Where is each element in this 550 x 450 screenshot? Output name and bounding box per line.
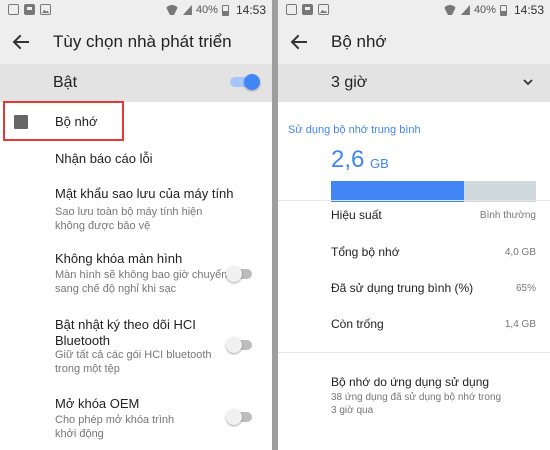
image-icon xyxy=(40,4,51,15)
battery-icon xyxy=(221,4,229,16)
list-item-title: Mở khóa OEM xyxy=(55,396,140,411)
clock: 14:53 xyxy=(513,3,544,17)
stat-value-total: 4,0 GB xyxy=(504,247,536,258)
highlight-frame xyxy=(3,101,124,141)
clock: 14:53 xyxy=(235,3,266,17)
list-item-backup-password[interactable]: Mật khẩu sao lưu của máy tính Sao lưu to… xyxy=(0,180,272,240)
chevron-down-icon xyxy=(523,79,533,86)
notification-icon xyxy=(8,4,19,15)
notification-icon xyxy=(286,4,297,15)
list-item-bug-report[interactable]: Nhận báo cáo lỗi xyxy=(0,142,272,180)
signal-icon xyxy=(182,5,192,15)
period-selected: 3 giờ xyxy=(331,74,368,91)
apps-memory-title: Bộ nhớ do ứng dụng sử dụng xyxy=(331,375,490,389)
stat-value-free: 1,4 GB xyxy=(504,319,536,330)
stay-awake-switch[interactable] xyxy=(226,266,252,282)
hci-log-switch[interactable] xyxy=(226,337,252,353)
status-bar: 40% 14:53 xyxy=(0,0,272,20)
stat-value-performance: Bình thường xyxy=(479,210,536,221)
list-item-subtitle: Màn hình sẽ không bao giờ chuyển sang ch… xyxy=(55,269,228,295)
stat-value-avg-used: 65% xyxy=(515,283,536,294)
developer-options-screen: 40% 14:53 Tùy chọn nhà phát triển Bật Bộ… xyxy=(0,0,272,450)
memory-screen: 40% 14:53 Bộ nhớ 3 giờ Sử dụng bộ nhớ tr… xyxy=(278,0,550,450)
list-item-stay-awake[interactable]: Không khóa màn hình Màn hình sẽ không ba… xyxy=(0,245,272,305)
stat-label-avg-used: Đã sử dụng trung bình (%) xyxy=(331,281,474,295)
list-item-oem-unlock[interactable]: Mở khóa OEM Cho phép mở khóa trình khởi … xyxy=(0,390,272,446)
master-toggle-switch[interactable] xyxy=(230,74,260,90)
master-toggle-label: Bật xyxy=(53,74,78,91)
stat-label-performance: Hiệu suất xyxy=(331,208,382,222)
image-icon xyxy=(318,4,329,15)
battery-icon xyxy=(499,4,507,16)
wifi-icon xyxy=(165,5,179,15)
list-item-subtitle: Sao lưu toàn bộ máy tính hiện không được… xyxy=(55,206,203,232)
apps-memory-subtitle: 38 ứng dụng đã sử dụng bộ nhớ trong 3 gi… xyxy=(331,392,502,416)
message-icon xyxy=(302,4,313,15)
list-item-title: Bật nhật ký theo dõi HCI Bluetooth xyxy=(55,317,196,348)
message-icon xyxy=(24,4,35,15)
status-bar: 40% 14:53 xyxy=(278,0,550,20)
page-title: Bộ nhớ xyxy=(331,32,387,51)
back-arrow-icon[interactable] xyxy=(290,33,308,51)
stat-label-free: Còn trống xyxy=(331,317,384,331)
usage-bar-fill xyxy=(331,181,465,202)
list-item-title: Không khóa màn hình xyxy=(55,251,183,266)
battery-percent: 40% xyxy=(195,4,218,16)
list-item-subtitle: Giữ tất cả các gói HCI bluetooth trong m… xyxy=(55,349,212,375)
page-title: Tùy chọn nhà phát triển xyxy=(53,32,232,51)
oem-unlock-switch[interactable] xyxy=(226,409,252,425)
app-bar: Bộ nhớ xyxy=(278,20,550,64)
signal-icon xyxy=(460,5,470,15)
list-item-hci-log[interactable]: Bật nhật ký theo dõi HCI Bluetooth Giữ t… xyxy=(0,310,272,380)
divider xyxy=(278,200,550,201)
list-item-title: Mật khẩu sao lưu của máy tính xyxy=(55,186,234,201)
divider xyxy=(278,352,550,353)
app-bar: Tùy chọn nhà phát triển xyxy=(0,20,272,64)
avg-usage-value: 2,6 xyxy=(331,146,365,173)
wifi-icon xyxy=(443,5,457,15)
list-item-title: Nhận báo cáo lỗi xyxy=(55,151,153,166)
avg-usage-label: Sử dụng bộ nhớ trung bình xyxy=(288,124,421,136)
back-arrow-icon[interactable] xyxy=(12,33,30,51)
list-item-subtitle: Cho phép mở khóa trình khởi động xyxy=(55,414,175,440)
period-dropdown[interactable]: 3 giờ xyxy=(278,64,550,102)
avg-usage-unit: GB xyxy=(370,156,389,171)
battery-percent: 40% xyxy=(473,4,496,16)
stat-label-total: Tổng bộ nhớ xyxy=(331,245,400,259)
master-toggle-row[interactable]: Bật xyxy=(0,64,272,102)
